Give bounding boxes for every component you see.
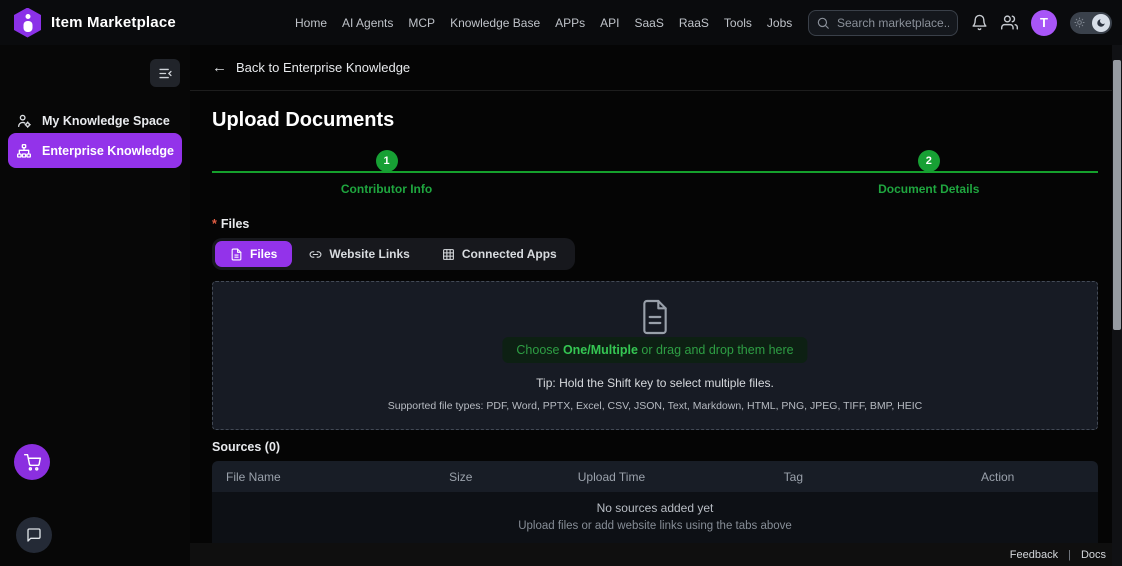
nav-item-raas[interactable]: RaaS xyxy=(679,16,709,30)
org-chart-icon xyxy=(16,143,32,159)
main-nav: Home AI Agents MCP Knowledge Base APPs A… xyxy=(295,16,792,30)
column-upload-time: Upload Time xyxy=(578,470,784,484)
brand-logo[interactable]: Item Marketplace xyxy=(14,8,176,38)
nav-item-home[interactable]: Home xyxy=(295,16,327,30)
column-file-name: File Name xyxy=(226,470,449,484)
nav-item-tools[interactable]: Tools xyxy=(724,16,752,30)
step-1-circle[interactable]: 1 xyxy=(376,150,398,172)
feedback-link[interactable]: Feedback xyxy=(1010,549,1058,561)
user-avatar[interactable]: T xyxy=(1031,10,1057,36)
tab-label: Website Links xyxy=(329,247,409,261)
column-size: Size xyxy=(449,470,578,484)
sidebar: My Knowledge Space Enterprise Knowledge xyxy=(0,45,190,566)
sidebar-collapse-button[interactable] xyxy=(150,59,180,87)
step-2-label: Document Details xyxy=(878,182,979,196)
back-link-label: Back to Enterprise Knowledge xyxy=(236,60,410,75)
stepper-progress-line xyxy=(212,171,1098,173)
main-content: ← Back to Enterprise Knowledge Upload Do… xyxy=(190,45,1122,566)
nav-item-ai-agents[interactable]: AI Agents xyxy=(342,16,393,30)
users-icon[interactable] xyxy=(1001,14,1018,31)
sun-icon xyxy=(1074,17,1085,28)
sources-table-header: File Name Size Upload Time Tag Action xyxy=(212,461,1098,492)
sidebar-item-enterprise-knowledge[interactable]: Enterprise Knowledge xyxy=(8,133,182,168)
link-icon xyxy=(309,248,322,261)
footer: Feedback | Docs xyxy=(190,543,1122,566)
files-field-label: *Files xyxy=(212,217,249,231)
nav-item-api[interactable]: API xyxy=(600,16,619,30)
back-link[interactable]: ← Back to Enterprise Knowledge xyxy=(190,45,1122,91)
step-2-circle[interactable]: 2 xyxy=(918,150,940,172)
tab-connected-apps[interactable]: Connected Apps xyxy=(427,241,572,267)
nav-item-mcp[interactable]: MCP xyxy=(408,16,435,30)
collapse-sidebar-icon xyxy=(158,67,173,80)
grid-table-icon xyxy=(442,248,455,261)
tab-label: Files xyxy=(250,247,277,261)
scrollbar-thumb[interactable] xyxy=(1113,60,1121,330)
page-title: Upload Documents xyxy=(212,109,394,132)
search-box xyxy=(808,10,958,36)
page-scrollbar[interactable] xyxy=(1112,45,1122,566)
moon-icon xyxy=(1092,14,1110,32)
column-tag: Tag xyxy=(784,470,981,484)
file-dropzone[interactable]: Choose One/Multiple or drag and drop the… xyxy=(212,281,1098,430)
brand-title: Item Marketplace xyxy=(51,14,176,31)
column-action: Action xyxy=(981,470,1084,484)
required-asterisk: * xyxy=(212,217,217,231)
document-upload-icon xyxy=(639,298,671,336)
nav-item-apps[interactable]: APPs xyxy=(555,16,585,30)
theme-toggle[interactable] xyxy=(1070,12,1112,34)
footer-separator: | xyxy=(1068,549,1071,561)
dropzone-supported-types: Supported file types: PDF, Word, PPTX, E… xyxy=(213,400,1097,412)
source-type-tabs: Files Website Links Connected Apps xyxy=(212,238,575,270)
dropzone-tip: Tip: Hold the Shift key to select multip… xyxy=(213,376,1097,390)
back-arrow-icon: ← xyxy=(212,59,227,76)
nav-item-saas[interactable]: SaaS xyxy=(635,16,664,30)
tab-website-links[interactable]: Website Links xyxy=(294,241,424,267)
docs-link[interactable]: Docs xyxy=(1081,549,1106,561)
nav-item-jobs[interactable]: Jobs xyxy=(767,16,792,30)
sidebar-item-label: My Knowledge Space xyxy=(42,114,170,128)
nav-item-knowledge-base[interactable]: Knowledge Base xyxy=(450,16,540,30)
person-gear-icon xyxy=(16,113,32,129)
sources-empty-state: No sources added yet Upload files or add… xyxy=(212,492,1098,546)
empty-state-subtitle: Upload files or add website links using … xyxy=(212,520,1098,532)
cart-fab-button[interactable] xyxy=(14,444,50,480)
file-document-icon xyxy=(230,248,243,261)
top-navbar: Item Marketplace Home AI Agents MCP Know… xyxy=(0,0,1122,45)
stepper: 1 2 Contributor Info Document Details xyxy=(212,150,1098,202)
marketplace-logo-icon xyxy=(14,8,41,38)
search-input[interactable] xyxy=(808,10,958,36)
empty-state-title: No sources added yet xyxy=(212,501,1098,515)
search-icon xyxy=(816,16,830,30)
notifications-bell-icon[interactable] xyxy=(971,14,988,31)
tab-label: Connected Apps xyxy=(462,247,557,261)
sidebar-item-label: Enterprise Knowledge xyxy=(42,144,174,158)
sources-count-title: Sources (0) xyxy=(212,440,280,454)
tab-files[interactable]: Files xyxy=(215,241,292,267)
chat-bubble-icon xyxy=(26,527,42,543)
shopping-cart-icon xyxy=(24,454,41,471)
chat-fab-button[interactable] xyxy=(16,517,52,553)
choose-files-button[interactable]: Choose One/Multiple or drag and drop the… xyxy=(502,337,807,363)
step-1-label: Contributor Info xyxy=(341,182,432,196)
sources-table: File Name Size Upload Time Tag Action No… xyxy=(212,461,1098,546)
